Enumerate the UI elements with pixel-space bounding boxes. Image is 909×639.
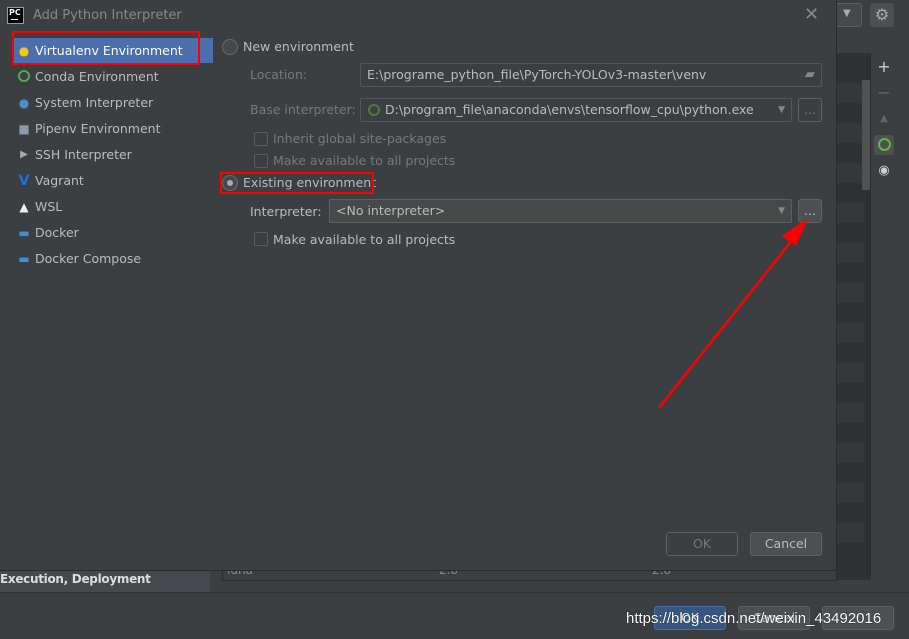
arrow-shaft — [658, 229, 801, 409]
arrow-head — [782, 218, 808, 246]
watermark: https://blog.csdn.net/weixin_43492016 — [626, 610, 882, 627]
annotation-arrow — [658, 218, 808, 409]
